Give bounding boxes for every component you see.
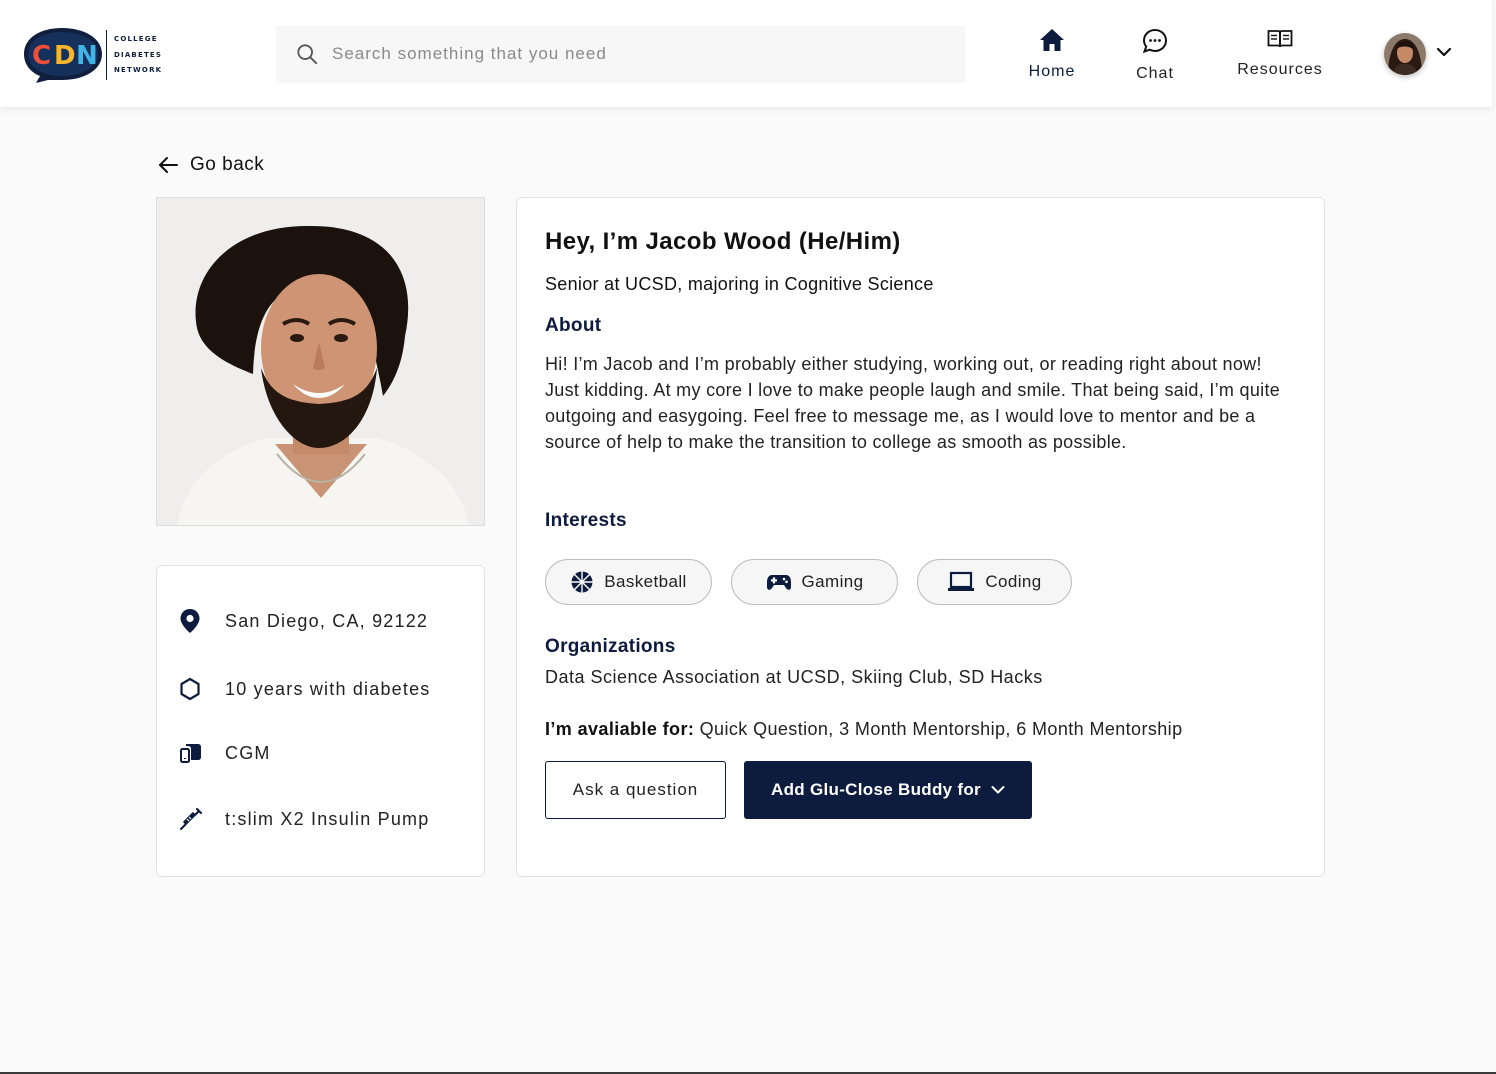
interest-label-coding: Coding bbox=[985, 572, 1042, 591]
add-buddy-button[interactable]: Add Glu-Close Buddy for bbox=[744, 761, 1032, 819]
nav-chat[interactable]: Chat bbox=[1130, 28, 1180, 83]
chat-bubble-icon bbox=[1142, 28, 1168, 54]
user-avatar-image bbox=[1384, 33, 1426, 75]
go-back-label: Go back bbox=[190, 154, 265, 175]
interest-label-basketball: Basketball bbox=[604, 572, 687, 591]
syringe-icon bbox=[180, 807, 203, 830]
search-bar bbox=[276, 26, 965, 83]
nav-home[interactable]: Home bbox=[1022, 28, 1082, 81]
organizations-text: Data Science Association at UCSD, Skiing… bbox=[545, 667, 1043, 687]
fact-cgm-text: CGM bbox=[225, 742, 271, 763]
hexagon-icon bbox=[180, 677, 200, 701]
fact-location-text: San Diego, CA, 92122 bbox=[225, 610, 429, 631]
profile-photo-image bbox=[157, 198, 484, 525]
profile-name: Hey, I’m Jacob Wood (He/Him) bbox=[545, 228, 901, 255]
interest-chip-coding[interactable]: Coding bbox=[917, 559, 1072, 605]
interests-heading: Interests bbox=[545, 510, 627, 531]
chevron-down-icon[interactable] bbox=[1436, 46, 1452, 58]
logo-word-network: NETWORK bbox=[114, 66, 163, 74]
interest-label-gaming: Gaming bbox=[801, 572, 864, 591]
user-avatar[interactable] bbox=[1384, 33, 1426, 75]
availability-line: I’m avaliable for: Quick Question, 3 Mon… bbox=[545, 719, 1182, 740]
go-back-link[interactable]: Go back bbox=[158, 152, 264, 178]
logo-divider bbox=[106, 30, 107, 80]
logo-letter-c: C bbox=[32, 41, 51, 71]
fact-location: San Diego, CA, 92122 bbox=[179, 608, 428, 634]
gamepad-icon bbox=[766, 575, 791, 590]
fact-cgm: CGM bbox=[179, 742, 271, 764]
fact-diabetes-years: 10 years with diabetes bbox=[179, 677, 431, 701]
nav-chat-label: Chat bbox=[1136, 65, 1174, 82]
logo-letter-d: D bbox=[54, 41, 76, 71]
logo-wordmark: COLLEGE DIABETES NETWORK bbox=[114, 32, 162, 79]
laptop-icon bbox=[948, 571, 975, 591]
nav-home-label: Home bbox=[1028, 63, 1076, 80]
top-nav-bar: C D N COLLEGE DIABETES NETWORK Home Chat bbox=[0, 0, 1492, 107]
search-icon bbox=[297, 44, 318, 65]
logo-word-diabetes: DIABETES bbox=[114, 50, 163, 59]
organizations-heading: Organizations bbox=[545, 636, 676, 657]
arrow-left-icon bbox=[159, 157, 178, 173]
cgm-device-icon bbox=[180, 744, 201, 763]
logo-word-college: COLLEGE bbox=[114, 35, 158, 43]
nav-resources[interactable]: Resources bbox=[1232, 28, 1328, 79]
about-heading: About bbox=[545, 315, 602, 336]
fact-insulin-pump-text: t:slim X2 Insulin Pump bbox=[225, 808, 430, 829]
ask-question-button[interactable]: Ask a question bbox=[545, 761, 726, 819]
profile-photo bbox=[156, 197, 485, 526]
profile-facts-card: San Diego, CA, 92122 10 years with diabe… bbox=[156, 565, 485, 877]
location-pin-icon bbox=[180, 609, 200, 633]
availability-value: Quick Question, 3 Month Mentorship, 6 Mo… bbox=[699, 719, 1183, 739]
cdn-logo-mark: C D N bbox=[24, 28, 102, 83]
nav-resources-label: Resources bbox=[1237, 61, 1323, 78]
fact-insulin-pump: t:slim X2 Insulin Pump bbox=[179, 807, 429, 831]
interest-chip-gaming[interactable]: Gaming bbox=[731, 559, 898, 605]
profile-details-card: Hey, I’m Jacob Wood (He/Him) Senior at U… bbox=[516, 197, 1325, 877]
basketball-icon bbox=[571, 571, 593, 593]
fact-diabetes-years-text: 10 years with diabetes bbox=[225, 678, 431, 699]
interest-chip-basketball[interactable]: Basketball bbox=[545, 559, 712, 605]
search-input[interactable] bbox=[332, 36, 932, 72]
book-open-icon bbox=[1267, 30, 1293, 48]
chevron-down-icon bbox=[991, 786, 1005, 794]
profile-tagline: Senior at UCSD, majoring in Cognitive Sc… bbox=[545, 274, 934, 294]
about-text: Hi! I’m Jacob and I’m probably either st… bbox=[545, 354, 1281, 452]
logo-letter-n: N bbox=[76, 41, 98, 71]
home-icon bbox=[1040, 29, 1064, 51]
add-buddy-label: Add Glu-Close Buddy for bbox=[771, 780, 981, 799]
availability-label: I’m avaliable for: bbox=[545, 719, 695, 739]
